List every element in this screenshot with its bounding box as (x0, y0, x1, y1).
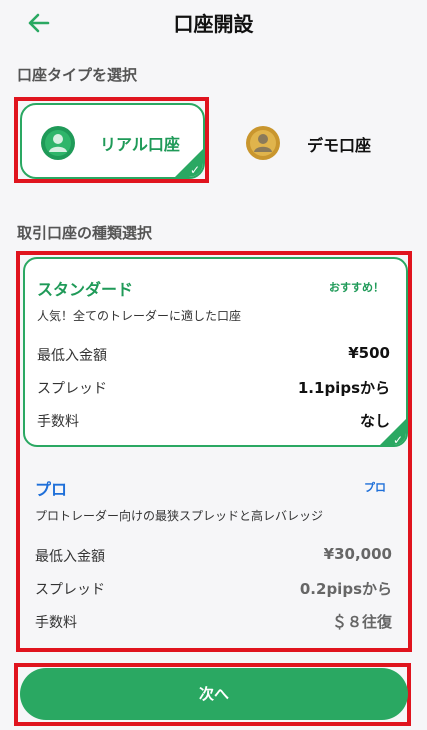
account-type-section-label: 口座タイプを選択 (17, 66, 138, 84)
header: 口座開設 (0, 0, 427, 46)
plan-description: プロトレーダー向けの最狭スプレッドと高レバレッジ (35, 509, 324, 523)
spread-label: スプレッド (37, 381, 107, 397)
plan-section-label: 取引口座の種類選択 (17, 224, 153, 242)
plan-standard[interactable]: スタンダード おすすめ！ 人気！全てのトレーダーに適した口座 最低入金額 ¥50… (23, 257, 408, 447)
recommend-badge: おすすめ！ (329, 281, 384, 294)
plan-name: プロ (35, 480, 68, 499)
plan-name: スタンダード (37, 280, 134, 299)
plan-description: 人気！全てのトレーダーに適した口座 (37, 309, 242, 323)
spread-value: 1.1pipsから (297, 379, 390, 397)
fee-label: 手数料 (37, 414, 79, 430)
check-icon: ✓ (380, 419, 406, 447)
min-deposit-label: 最低入金額 (35, 549, 105, 565)
real-account-option[interactable]: リアル口座 ✓ (20, 103, 205, 179)
page-title: 口座開設 (173, 12, 254, 36)
user-coin-icon (40, 125, 76, 165)
spread-label: スプレッド (35, 582, 105, 598)
plan-pro[interactable]: プロ プロ プロトレーダー向けの最狭スプレッドと高レバレッジ 最低入金額 ¥30… (23, 464, 408, 644)
pro-badge: プロ (364, 481, 386, 494)
spread-value: 0.2pipsから (299, 580, 392, 598)
user-coin-icon (245, 125, 281, 165)
min-deposit-value: ¥500 (348, 344, 390, 362)
fee-label: 手数料 (35, 615, 77, 631)
real-account-label: リアル口座 (100, 135, 180, 154)
next-button[interactable]: 次へ (20, 668, 408, 720)
check-icon: ✓ (175, 149, 203, 177)
min-deposit-value: ¥30,000 (323, 545, 392, 563)
demo-account-label: デモ口座 (307, 136, 372, 155)
fee-value: ＄８往復 (331, 613, 392, 631)
min-deposit-label: 最低入金額 (37, 348, 107, 364)
